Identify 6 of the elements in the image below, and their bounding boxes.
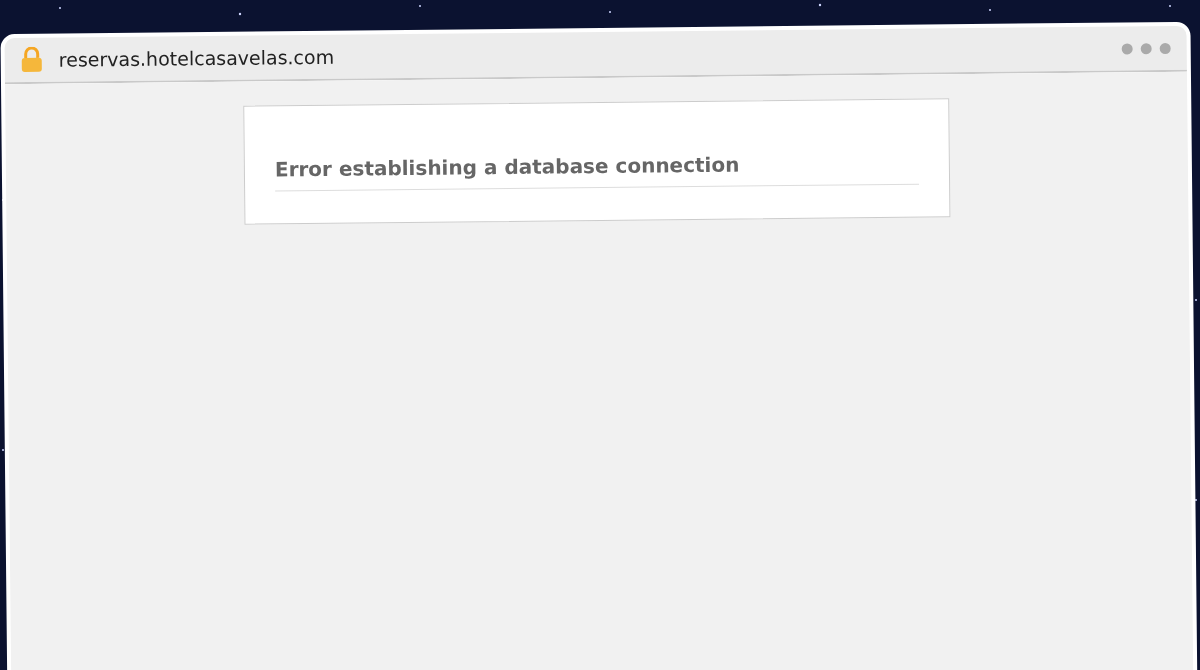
window-dot-icon[interactable] (1159, 42, 1171, 54)
url-text[interactable]: reservas.hotelcasavelas.com (58, 42, 335, 74)
window-dot-icon[interactable] (1121, 42, 1133, 54)
window-dot-icon[interactable] (1140, 42, 1152, 54)
error-message: Error establishing a database connection (274, 147, 920, 192)
padlock-icon (20, 46, 43, 74)
